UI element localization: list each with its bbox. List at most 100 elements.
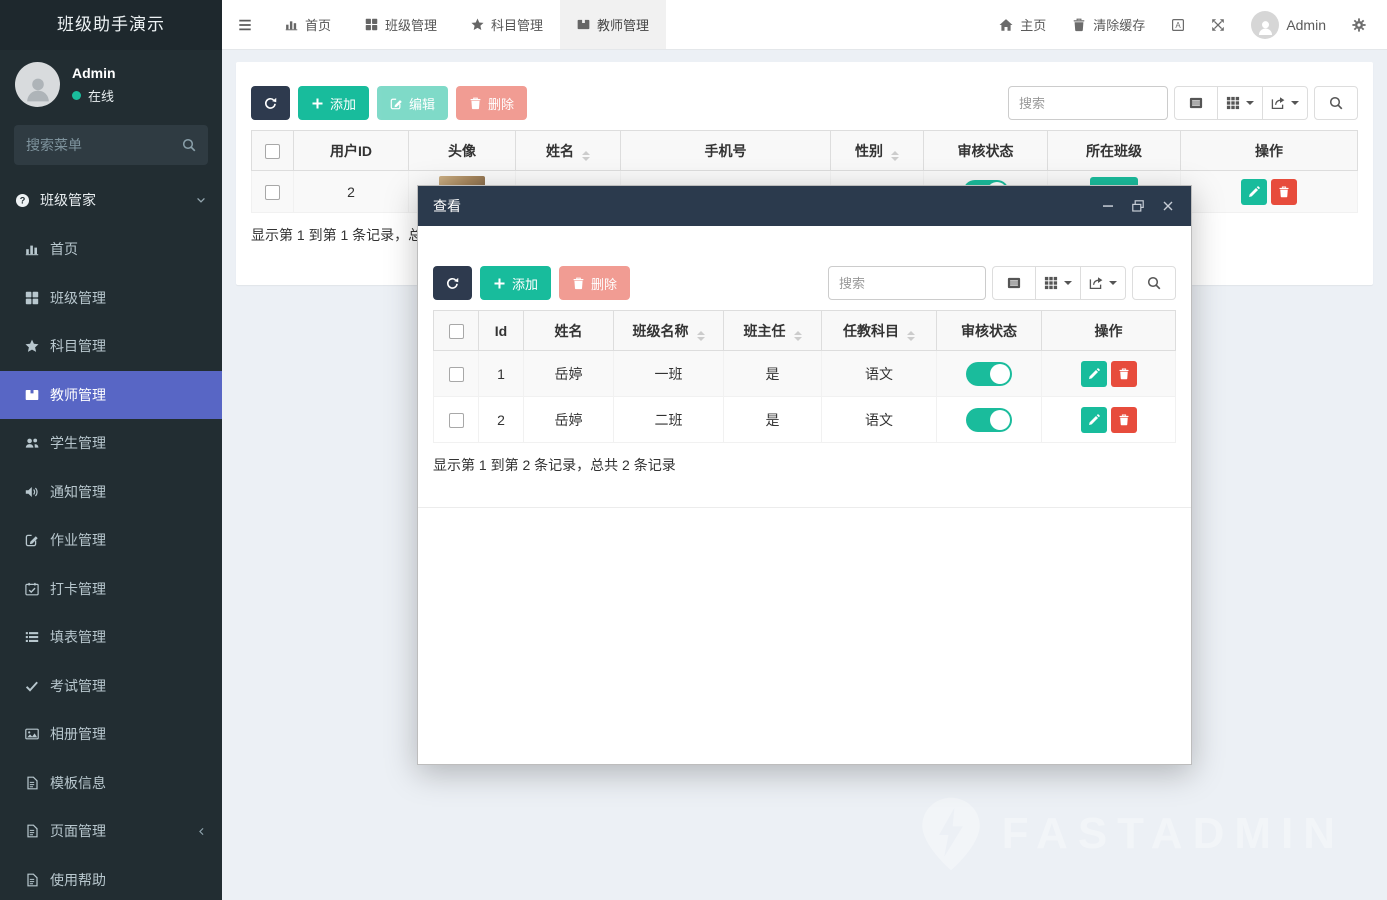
search-icon[interactable]: [182, 138, 196, 152]
status-toggle[interactable]: [966, 408, 1012, 432]
clear-cache-link[interactable]: 清除缓存: [1059, 0, 1158, 49]
add-button[interactable]: 添加: [298, 86, 369, 120]
list-alt-icon: [1189, 96, 1203, 110]
settings-button[interactable]: [1339, 0, 1379, 49]
row-delete-button[interactable]: [1111, 361, 1137, 387]
refresh-button[interactable]: [433, 266, 472, 300]
sort-carets-icon: [794, 331, 802, 341]
topbar-user-menu[interactable]: Admin: [1238, 0, 1339, 49]
nav-tabs: 首页班级管理科目管理 教师管理: [268, 0, 666, 49]
topbar-right: 主页 清除缓存 A Admin: [986, 0, 1387, 49]
sidebar-item-page[interactable]: 页面管理: [0, 807, 222, 856]
row-checkbox[interactable]: [449, 367, 464, 382]
column-header: 审核状态: [937, 311, 1042, 351]
sidebar-item-subject[interactable]: 科目管理: [0, 322, 222, 371]
select-all-checkbox[interactable]: [434, 311, 479, 351]
row-edit-button[interactable]: [1241, 179, 1267, 205]
export-button[interactable]: [1262, 86, 1308, 120]
sidebar-item-home[interactable]: 首页: [0, 225, 222, 274]
close-button[interactable]: [1161, 199, 1176, 214]
divider: [418, 507, 1191, 508]
th-large-icon: [25, 291, 39, 305]
sidebar-toggle-button[interactable]: [222, 0, 268, 49]
sidebar-item-class[interactable]: 班级管理: [0, 274, 222, 323]
sidebar-item-label: 相册管理: [50, 724, 106, 744]
cell-subject: 语文: [822, 397, 937, 443]
column-header: 所在班级: [1048, 131, 1181, 171]
dialog-titlebar[interactable]: 查看: [418, 186, 1191, 226]
column-header[interactable]: 班级名称: [614, 311, 724, 351]
check-icon: [25, 679, 39, 693]
select-all-checkbox[interactable]: [252, 131, 294, 171]
menu-search-input[interactable]: [14, 125, 208, 165]
maximize-button[interactable]: [1131, 199, 1146, 214]
tab-teacher[interactable]: 教师管理: [560, 0, 666, 49]
sidebar-item-teacher[interactable]: 教师管理: [0, 371, 222, 420]
language-button[interactable]: A: [1158, 0, 1198, 49]
sidebar-item-template[interactable]: 模板信息: [0, 759, 222, 808]
file-icon: [25, 873, 39, 887]
row-delete-button[interactable]: [1271, 179, 1297, 205]
sidebar-item-homework[interactable]: 作业管理: [0, 516, 222, 565]
hamburger-icon: [237, 17, 253, 33]
export-button[interactable]: [1080, 266, 1126, 300]
row-edit-button[interactable]: [1081, 407, 1107, 433]
search-button[interactable]: [1314, 86, 1358, 120]
toggle-view-button[interactable]: [1174, 86, 1218, 120]
status-toggle[interactable]: [966, 362, 1012, 386]
tab-label: 教师管理: [597, 15, 649, 34]
table-search-input[interactable]: [828, 266, 986, 300]
file-icon: [25, 824, 39, 838]
tab-subject[interactable]: 科目管理: [454, 0, 560, 49]
maximize-icon: [1131, 199, 1145, 213]
modal-table-body: 1岳婷一班是语文2岳婷二班是语文: [434, 351, 1176, 443]
row-delete-button[interactable]: [1111, 407, 1137, 433]
checkbox[interactable]: [449, 324, 464, 339]
fastadmin-watermark-text: FASTADMIN: [1002, 809, 1345, 859]
sidebar-item-form[interactable]: 填表管理: [0, 613, 222, 662]
column-header[interactable]: 任教科目: [822, 311, 937, 351]
sidebar-item-album[interactable]: 相册管理: [0, 710, 222, 759]
add-button[interactable]: 添加: [480, 266, 551, 300]
edit-button[interactable]: 编辑: [377, 86, 448, 120]
sidebar-item-exam[interactable]: 考试管理: [0, 662, 222, 711]
column-header[interactable]: 姓名: [516, 131, 621, 171]
column-header[interactable]: 班主任: [724, 311, 822, 351]
sidebar-item-label: 科目管理: [50, 336, 106, 356]
sidebar-item-label: 通知管理: [50, 482, 106, 502]
sort-carets-icon: [582, 151, 590, 161]
row-checkbox[interactable]: [449, 413, 464, 428]
sidebar-item-label: 填表管理: [50, 627, 106, 647]
topbar: 首页班级管理科目管理 教师管理 主页 清除缓存 A Admin: [222, 0, 1387, 50]
sidebar-group-classes[interactable]: ? 班级管家: [0, 175, 222, 225]
toggle-view-button[interactable]: [992, 266, 1036, 300]
row-edit-button[interactable]: [1081, 361, 1107, 387]
tab-home[interactable]: 首页: [268, 0, 348, 49]
column-header: 操作: [1181, 131, 1358, 171]
sidebar-item-student[interactable]: 学生管理: [0, 419, 222, 468]
caret-down-icon: [1109, 281, 1117, 285]
sidebar-item-help[interactable]: 使用帮助: [0, 856, 222, 900]
minimize-button[interactable]: [1101, 199, 1116, 214]
row-checkbox[interactable]: [265, 185, 280, 200]
sidebar-item-notice[interactable]: 通知管理: [0, 468, 222, 517]
table-search-input[interactable]: [1008, 86, 1168, 120]
columns-button[interactable]: [1217, 86, 1263, 120]
sidebar-item-checkin[interactable]: 打卡管理: [0, 565, 222, 614]
checkbox[interactable]: [265, 144, 280, 159]
home-link[interactable]: 主页: [986, 0, 1059, 49]
home-link-label: 主页: [1020, 15, 1046, 34]
refresh-button[interactable]: [251, 86, 290, 120]
trash-icon: [572, 277, 585, 290]
delete-button[interactable]: 删除: [559, 266, 630, 300]
fullscreen-button[interactable]: [1198, 0, 1238, 49]
chevron-left-icon: [196, 826, 207, 837]
search-button[interactable]: [1132, 266, 1176, 300]
language-icon: A: [1171, 18, 1185, 32]
column-header[interactable]: 性别: [831, 131, 924, 171]
delete-button[interactable]: 删除: [456, 86, 527, 120]
caret-down-icon: [1291, 101, 1299, 105]
tab-class[interactable]: 班级管理: [348, 0, 454, 49]
columns-button[interactable]: [1035, 266, 1081, 300]
user-status: 在线: [72, 86, 116, 105]
